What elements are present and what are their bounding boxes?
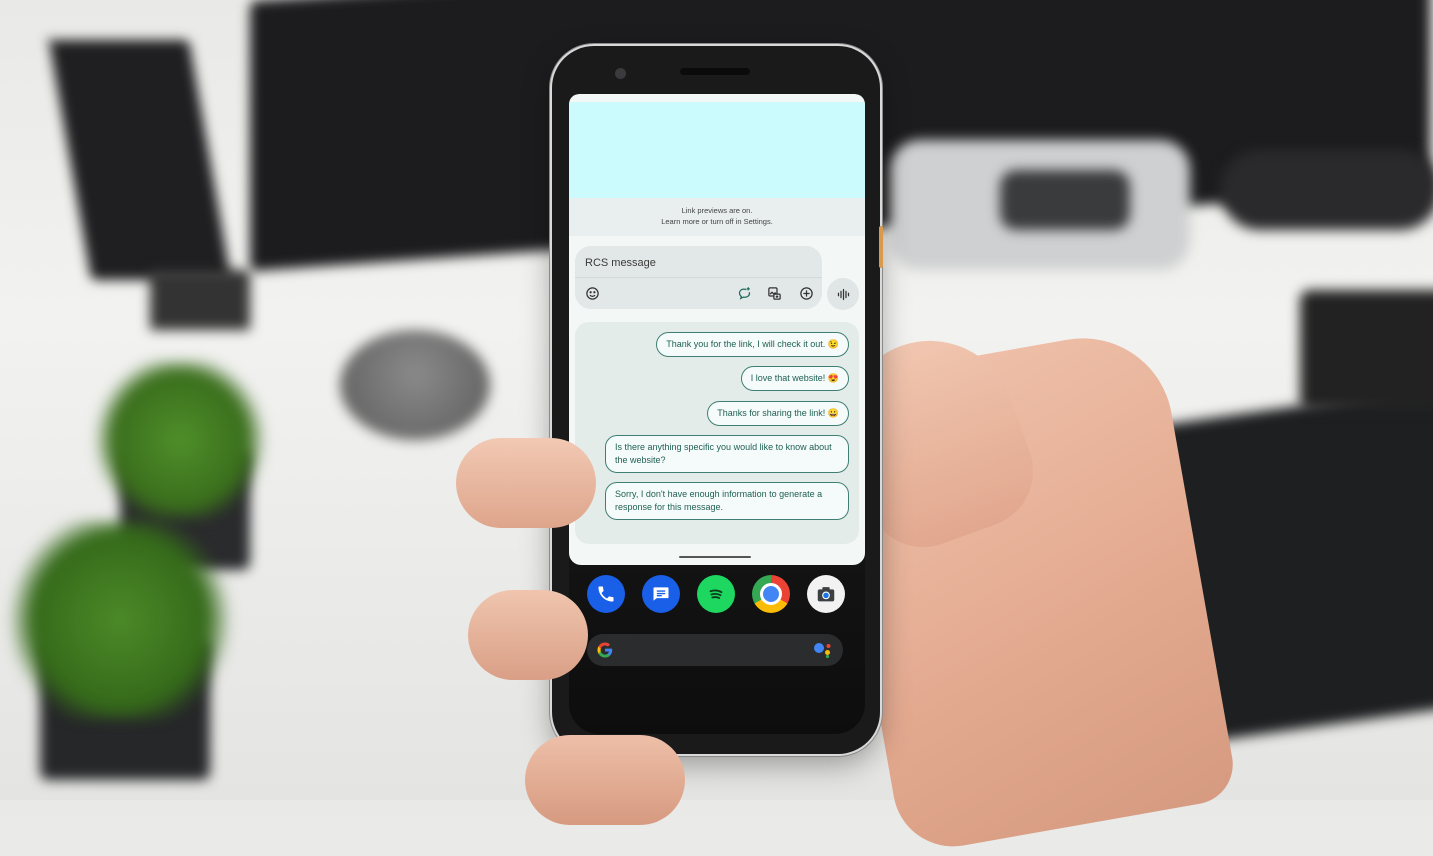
voice-waveform-icon: [837, 288, 849, 300]
google-g-icon: [597, 642, 613, 658]
message-input[interactable]: [585, 253, 810, 273]
app-dock: [569, 572, 865, 616]
power-button: [879, 226, 883, 268]
background-keyboard-edge: [1300, 290, 1433, 410]
background-hub: [1000, 170, 1130, 230]
link-preview-notice-line2: Learn more or turn off in Settings.: [661, 217, 773, 226]
camera-app-icon[interactable]: [807, 575, 845, 613]
chrome-center: [760, 583, 782, 605]
message-bubble[interactable]: Thanks for sharing the link! 😀: [707, 401, 849, 426]
message-bubble[interactable]: Thank you for the link, I will check it …: [656, 332, 849, 357]
phone-screen: Link previews are on. Learn more or turn…: [569, 94, 865, 734]
compose-divider: [575, 277, 822, 278]
sheet-drag-handle[interactable]: [679, 556, 751, 558]
phone-app-icon[interactable]: [587, 575, 625, 613]
background-mousepad: [1220, 150, 1433, 230]
message-bubble[interactable]: Is there anything specific you would lik…: [605, 435, 849, 473]
gallery-icon[interactable]: [765, 284, 783, 302]
background-plant: [0, 520, 240, 720]
emoji-icon[interactable]: [583, 284, 601, 302]
spotify-app-icon[interactable]: [697, 575, 735, 613]
google-search-bar[interactable]: [587, 634, 843, 666]
link-preview-notice[interactable]: Link previews are on. Learn more or turn…: [569, 198, 865, 236]
magic-compose-icon[interactable]: [735, 284, 753, 302]
chrome-app-icon[interactable]: [752, 575, 790, 613]
message-bubble[interactable]: Sorry, I don't have enough information t…: [605, 482, 849, 520]
link-preview-notice-line1: Link previews are on.: [681, 206, 753, 215]
message-bubble[interactable]: I love that website! 😍: [740, 366, 849, 391]
phone: Link previews are on. Learn more or turn…: [552, 46, 883, 754]
earpiece: [680, 68, 750, 75]
messages-sheet: Link previews are on. Learn more or turn…: [569, 94, 865, 565]
voice-message-button[interactable]: [827, 278, 859, 310]
front-camera: [615, 68, 626, 79]
background-object: [150, 270, 250, 330]
google-assistant-icon[interactable]: [813, 641, 833, 659]
background-smart-speaker: [340, 330, 490, 440]
add-icon[interactable]: [797, 284, 815, 302]
background-monitor-left: [48, 40, 232, 280]
compose-box: [575, 246, 822, 309]
hand-finger: [468, 590, 588, 680]
background-plant: [90, 360, 270, 520]
messages-app-icon[interactable]: [642, 575, 680, 613]
hand-finger: [525, 735, 685, 825]
link-preview-image[interactable]: [569, 102, 865, 198]
message-list: Thank you for the link, I will check it …: [575, 322, 859, 544]
hand-finger: [456, 438, 596, 528]
